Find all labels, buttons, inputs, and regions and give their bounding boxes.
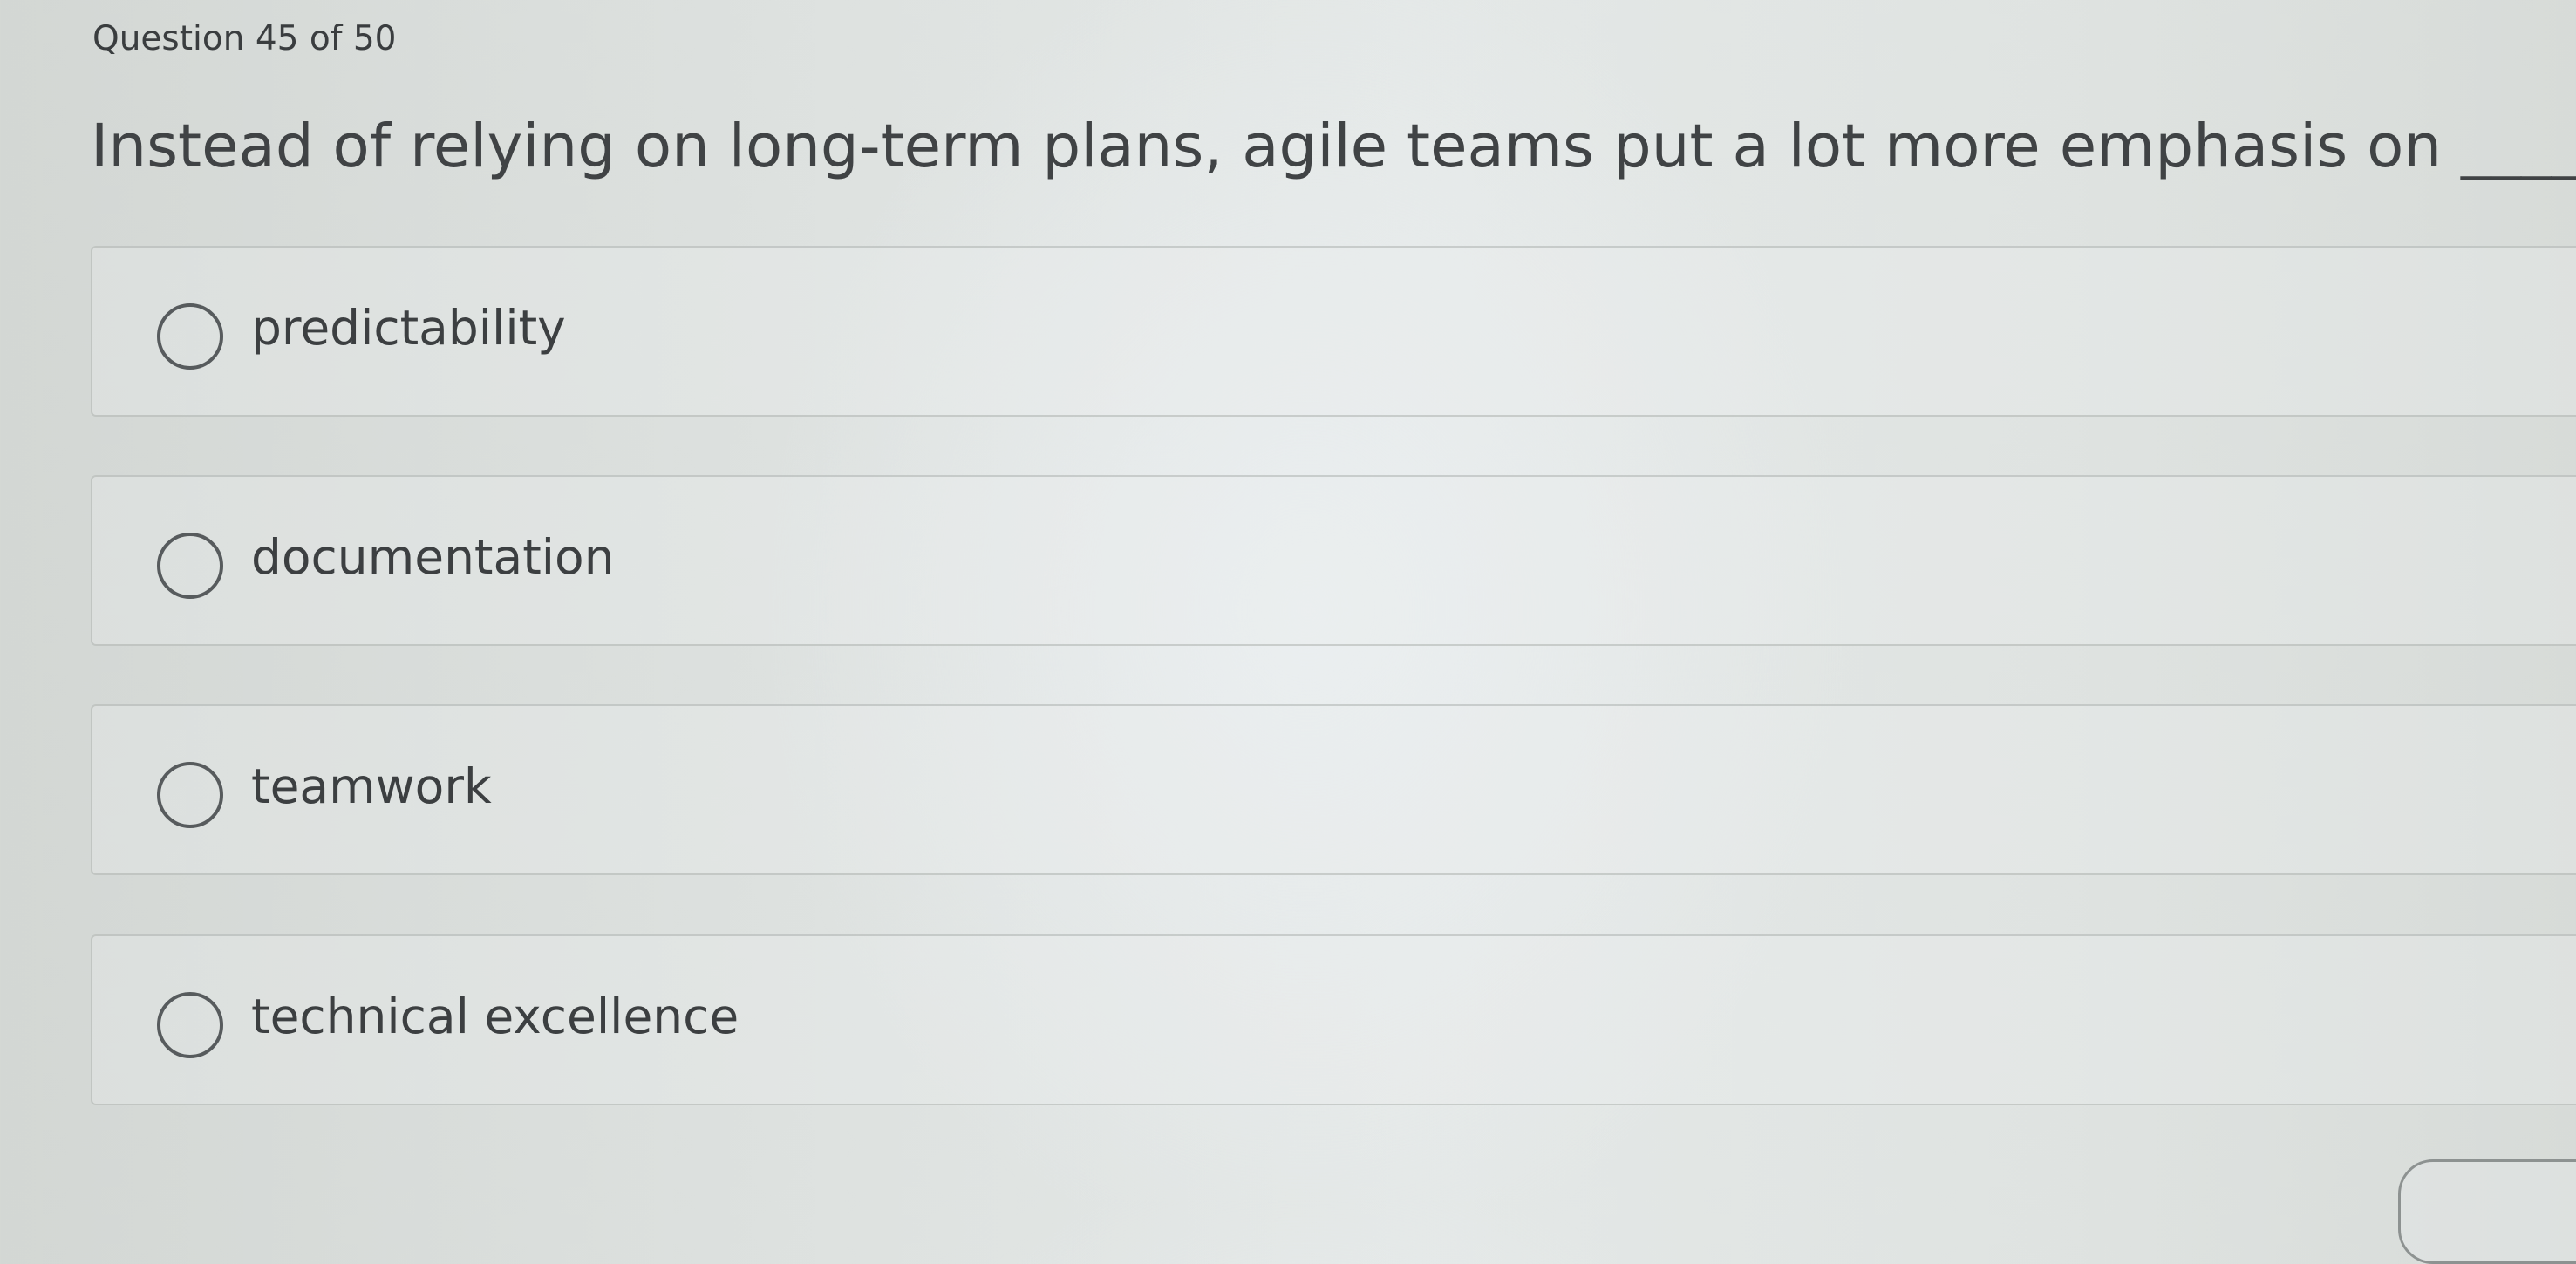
answer-option-predictability[interactable]: predictability — [91, 246, 2576, 417]
question-text: Instead of relying on long-term plans, a… — [91, 112, 2576, 181]
answer-option-label: teamwork — [251, 758, 492, 814]
partial-navigation-button[interactable] — [2398, 1159, 2576, 1264]
answer-option-label: technical excellence — [251, 989, 739, 1044]
answer-option-label: predictability — [251, 300, 566, 356]
answer-option-technical-excellence[interactable]: technical excellence — [91, 934, 2576, 1105]
radio-button[interactable] — [157, 533, 223, 599]
radio-button[interactable] — [157, 303, 223, 370]
radio-button[interactable] — [157, 762, 223, 828]
answer-option-label: documentation — [251, 529, 615, 585]
quiz-page: Question 45 of 50 Instead of relying on … — [0, 0, 2576, 1264]
answer-option-teamwork[interactable]: teamwork — [91, 704, 2576, 875]
question-counter: Question 45 of 50 — [92, 19, 397, 58]
radio-button[interactable] — [157, 992, 223, 1058]
answer-option-documentation[interactable]: documentation — [91, 475, 2576, 646]
